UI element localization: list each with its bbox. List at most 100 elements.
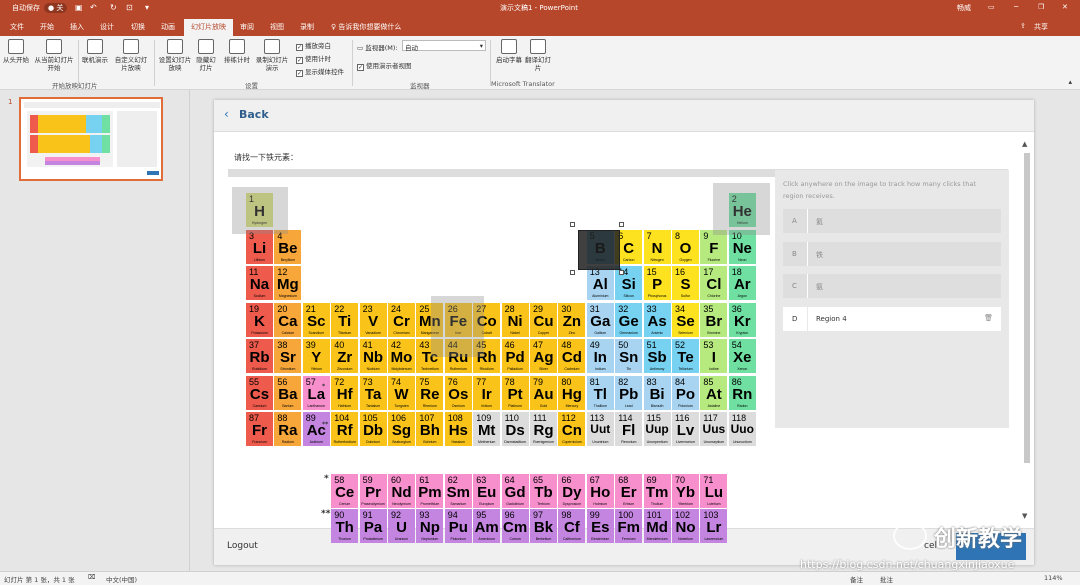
element-zn[interactable]: 30 Zn Zinc xyxy=(558,302,586,337)
vertical-scrollbar[interactable]: ▲ ▼ xyxy=(1022,140,1032,525)
element-sm[interactable]: 62 Sm Samarium xyxy=(444,474,472,509)
element-md[interactable]: 101 Md Mendelevium xyxy=(643,508,671,543)
region-b-highlight[interactable] xyxy=(713,183,770,235)
element-rn[interactable]: 86 Rn Radon xyxy=(728,375,756,410)
resize-handle[interactable] xyxy=(570,222,575,227)
comments-button[interactable]: 批注 xyxy=(880,574,893,584)
element-sn[interactable]: 50 Sn Tin xyxy=(615,339,643,373)
element-pb[interactable]: 82 Pb Lead xyxy=(615,375,643,410)
present-online-button[interactable]: 联机演示 xyxy=(80,39,110,64)
element-at[interactable]: 85 At Astatine xyxy=(700,375,728,410)
tab-transitions[interactable]: 切换 xyxy=(131,22,145,32)
element-in[interactable]: 49 In Indium xyxy=(586,339,614,373)
trash-icon[interactable]: 🗑 xyxy=(984,314,993,322)
element-ds[interactable]: 110 Ds Darmstadtium xyxy=(501,412,529,446)
element-cr[interactable]: 24 Cr Chromium xyxy=(388,302,415,337)
element-th[interactable]: 90 Th Thorium xyxy=(331,508,359,543)
setup-show-button[interactable]: 设置幻灯片放映 xyxy=(157,39,193,72)
close-icon[interactable]: ✕ xyxy=(1062,3,1068,11)
logout-button[interactable]: Logout xyxy=(227,541,258,551)
element-cm[interactable]: 96 Cm Curium xyxy=(501,508,529,543)
share-icon[interactable]: ⇪ xyxy=(1020,22,1026,30)
media-controls-checkbox[interactable]: ✓ 显示媒体控件 xyxy=(296,66,344,77)
element-yb[interactable]: 70 Yb Ytterbium xyxy=(672,474,699,509)
element-pu[interactable]: 94 Pu Plutonium xyxy=(444,508,472,543)
minimize-icon[interactable]: ─ xyxy=(1014,3,1018,11)
element-au[interactable]: 79 Au Gold xyxy=(530,375,557,410)
element-fm[interactable]: 100 Fm Fermium xyxy=(615,508,643,543)
tab-review[interactable]: 审阅 xyxy=(240,22,254,32)
use-timings-checkbox[interactable]: ✓ 使用计时 xyxy=(296,53,331,64)
resize-handle[interactable] xyxy=(619,222,624,227)
element-hs[interactable]: 108 Hs Hassium xyxy=(444,412,472,446)
element-uut[interactable]: 113 Uut Ununtrium xyxy=(586,412,614,446)
element-tl[interactable]: 81 Tl Thallium xyxy=(586,375,614,410)
element-s[interactable]: 16 S Sulfur xyxy=(672,266,699,300)
zoom-level[interactable]: 114% xyxy=(1044,574,1063,582)
element-re[interactable]: 75 Re Rhenium xyxy=(416,375,444,410)
element-pr[interactable]: 59 Pr Praseodymium xyxy=(359,474,387,509)
tab-home[interactable]: 开始 xyxy=(40,22,54,32)
region-d-selected-highlight[interactable] xyxy=(578,230,620,270)
element-ni[interactable]: 28 Ni Nickel xyxy=(501,302,529,337)
element-np[interactable]: 93 Np Neptunium xyxy=(416,508,444,543)
presenter-view-checkbox[interactable]: ✓ 使用演示者视图 xyxy=(357,60,412,71)
element-lv[interactable]: 116 Lv Livermorium xyxy=(672,412,699,446)
from-start-icon[interactable]: ⊡ xyxy=(126,3,133,12)
element-as[interactable]: 33 As Arsenic xyxy=(643,302,671,337)
share-button[interactable]: 共享 xyxy=(1034,22,1048,32)
translate-button[interactable]: 翻译幻灯片 xyxy=(525,39,551,72)
element-tm[interactable]: 69 Tm Thulium xyxy=(643,474,671,509)
element-mt[interactable]: 109 Mt Meitnerium xyxy=(473,412,501,446)
element-pd[interactable]: 46 Pd Palladium xyxy=(501,339,529,373)
tab-slideshow[interactable]: 幻灯片放映 xyxy=(184,19,233,36)
tab-design[interactable]: 设计 xyxy=(100,22,114,32)
element-ce[interactable]: 58 Ce Cerium xyxy=(331,474,359,509)
autosave-toggle[interactable]: ● 关 xyxy=(44,3,68,13)
element-bk[interactable]: 97 Bk Berkelium xyxy=(530,508,557,543)
element-nd[interactable]: 60 Nd Neodymium xyxy=(388,474,415,509)
element-hg[interactable]: 80 Hg Mercury xyxy=(558,375,586,410)
record-show-button[interactable]: 录制幻灯片演示 xyxy=(254,39,290,72)
element-ar[interactable]: 18 Ar Argon xyxy=(728,266,756,300)
element-xe[interactable]: 54 Xe Xenon xyxy=(728,339,756,373)
accessibility-icon[interactable]: ⌧ xyxy=(88,573,96,581)
resize-handle[interactable] xyxy=(570,270,575,275)
element-w[interactable]: 74 W Tungsten xyxy=(388,375,415,410)
monitor-select[interactable]: 自动 ▾ xyxy=(402,40,486,52)
element-se[interactable]: 34 Se Selenium xyxy=(672,302,699,337)
rehearse-button[interactable]: 排练计时 xyxy=(221,39,253,64)
element-p[interactable]: 15 P Phosphorus xyxy=(643,266,671,300)
resize-handle[interactable] xyxy=(619,270,624,275)
from-beginning-button[interactable]: 从头开始 xyxy=(2,39,30,64)
notes-button[interactable]: 备注 xyxy=(850,574,863,584)
element-uus[interactable]: 117 Uus Ununseptium xyxy=(700,412,728,446)
element-te[interactable]: 52 Te Tellurium xyxy=(672,339,699,373)
element-am[interactable]: 95 Am Americium xyxy=(473,508,501,543)
element-al[interactable]: 13 Al Aluminium xyxy=(586,266,614,300)
element-lr[interactable]: 103 Lr Lawrencium xyxy=(700,508,728,543)
element-cn[interactable]: 112 Cn Copernicium xyxy=(558,412,586,446)
element-pa[interactable]: 91 Pa Protactinium xyxy=(359,508,387,543)
element-ta[interactable]: 73 Ta Tantalum xyxy=(359,375,387,410)
element-po[interactable]: 84 Po Polonium xyxy=(672,375,699,410)
element-cd[interactable]: 48 Cd Cadmium xyxy=(558,339,586,373)
region-item-c[interactable]: C氨 xyxy=(783,274,1001,298)
element-rf[interactable]: 104 Rf Rutherfordium xyxy=(331,412,359,446)
element-i[interactable]: 53 I Iodine xyxy=(700,339,728,373)
element-bh[interactable]: 107 Bh Bohrium xyxy=(416,412,444,446)
element-er[interactable]: 68 Er Erbium xyxy=(615,474,643,509)
element-cu[interactable]: 29 Cu Copper xyxy=(530,302,557,337)
element-y[interactable]: 39 Y Yttrium xyxy=(302,339,330,373)
element-ra[interactable]: 88 Ra Radium xyxy=(274,412,302,446)
element-ti[interactable]: 22 Ti Titanium xyxy=(331,302,359,337)
element-no[interactable]: 102 No Nobelium xyxy=(672,508,699,543)
tab-record[interactable]: 录制 xyxy=(300,22,314,32)
language-status[interactable]: 中文(中国) xyxy=(106,574,137,584)
scroll-up-icon[interactable]: ▲ xyxy=(1022,140,1027,148)
hide-slide-button[interactable]: 隐藏幻灯片 xyxy=(194,39,218,72)
element-mg[interactable]: 12 Mg Magnesium xyxy=(274,266,302,300)
collapse-ribbon-icon[interactable]: ▴ xyxy=(1068,78,1072,86)
element-es[interactable]: 99 Es Einsteinium xyxy=(586,508,614,543)
element-uup[interactable]: 115 Uup Ununpentium xyxy=(643,412,671,446)
